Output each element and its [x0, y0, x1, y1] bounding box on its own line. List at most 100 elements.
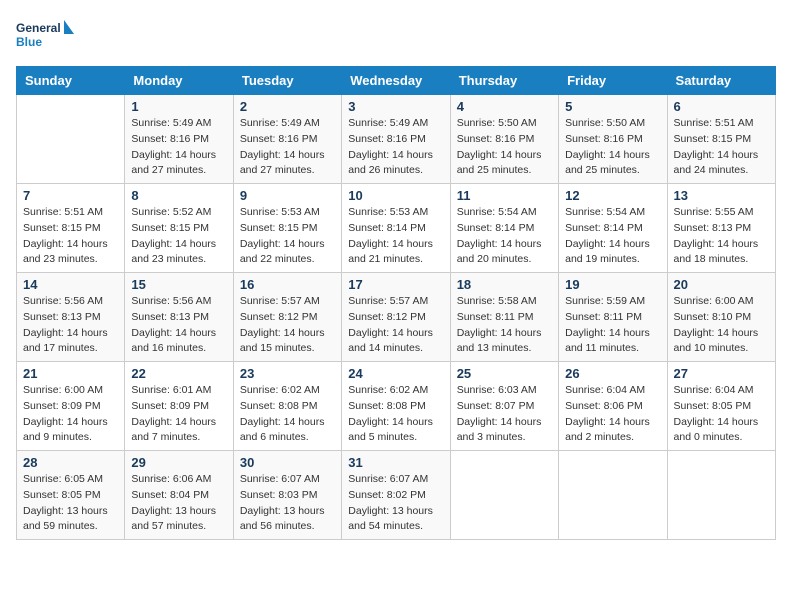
- day-number: 15: [131, 277, 226, 292]
- day-cell: 10 Sunrise: 5:53 AM Sunset: 8:14 PM Dayli…: [342, 184, 450, 273]
- day-cell: 25 Sunrise: 6:03 AM Sunset: 8:07 PM Dayli…: [450, 362, 558, 451]
- day-number: 4: [457, 99, 552, 114]
- day-info: Sunrise: 5:50 AM Sunset: 8:16 PM Dayligh…: [565, 116, 660, 179]
- day-info: Sunrise: 6:02 AM Sunset: 8:08 PM Dayligh…: [240, 383, 335, 446]
- day-info: Sunrise: 5:54 AM Sunset: 8:14 PM Dayligh…: [457, 205, 552, 268]
- day-cell: 14 Sunrise: 5:56 AM Sunset: 8:13 PM Dayli…: [17, 273, 125, 362]
- calendar-table: SundayMondayTuesdayWednesdayThursdayFrid…: [16, 66, 776, 540]
- day-cell: 16 Sunrise: 5:57 AM Sunset: 8:12 PM Dayli…: [233, 273, 341, 362]
- page-header: General Blue: [16, 16, 776, 56]
- day-cell: 24 Sunrise: 6:02 AM Sunset: 8:08 PM Dayli…: [342, 362, 450, 451]
- day-cell: 11 Sunrise: 5:54 AM Sunset: 8:14 PM Dayli…: [450, 184, 558, 273]
- day-number: 18: [457, 277, 552, 292]
- col-header-tuesday: Tuesday: [233, 67, 341, 95]
- day-number: 20: [674, 277, 769, 292]
- day-info: Sunrise: 5:53 AM Sunset: 8:14 PM Dayligh…: [348, 205, 443, 268]
- col-header-monday: Monday: [125, 67, 233, 95]
- day-info: Sunrise: 5:59 AM Sunset: 8:11 PM Dayligh…: [565, 294, 660, 357]
- day-cell: 17 Sunrise: 5:57 AM Sunset: 8:12 PM Dayli…: [342, 273, 450, 362]
- day-cell: 21 Sunrise: 6:00 AM Sunset: 8:09 PM Dayli…: [17, 362, 125, 451]
- day-cell: 27Sunrise: 6:04 AM Sunset: 8:05 PM Dayli…: [667, 362, 775, 451]
- day-number: 13: [674, 188, 769, 203]
- col-header-saturday: Saturday: [667, 67, 775, 95]
- day-number: 22: [131, 366, 226, 381]
- col-header-sunday: Sunday: [17, 67, 125, 95]
- day-number: 31: [348, 455, 443, 470]
- day-cell: 29 Sunrise: 6:06 AM Sunset: 8:04 PM Dayli…: [125, 451, 233, 540]
- day-cell: 8Sunrise: 5:52 AM Sunset: 8:15 PM Daylig…: [125, 184, 233, 273]
- day-info: Sunrise: 5:57 AM Sunset: 8:12 PM Dayligh…: [240, 294, 335, 357]
- week-row-2: 7 Sunrise: 5:51 AM Sunset: 8:15 PM Daylig…: [17, 184, 776, 273]
- day-info: Sunrise: 6:04 AM Sunset: 8:06 PM Dayligh…: [565, 383, 660, 446]
- day-cell: 15 Sunrise: 5:56 AM Sunset: 8:13 PM Dayli…: [125, 273, 233, 362]
- day-number: 21: [23, 366, 118, 381]
- day-info: Sunrise: 5:56 AM Sunset: 8:13 PM Dayligh…: [131, 294, 226, 357]
- day-number: 19: [565, 277, 660, 292]
- day-info: Sunrise: 6:02 AM Sunset: 8:08 PM Dayligh…: [348, 383, 443, 446]
- day-cell: 20 Sunrise: 6:00 AM Sunset: 8:10 PM Dayli…: [667, 273, 775, 362]
- day-info: Sunrise: 5:57 AM Sunset: 8:12 PM Dayligh…: [348, 294, 443, 357]
- svg-text:General: General: [16, 21, 61, 35]
- day-cell: 6 Sunrise: 5:51 AM Sunset: 8:15 PM Daylig…: [667, 95, 775, 184]
- day-cell: 22Sunrise: 6:01 AM Sunset: 8:09 PM Dayli…: [125, 362, 233, 451]
- day-cell: 18 Sunrise: 5:58 AM Sunset: 8:11 PM Dayli…: [450, 273, 558, 362]
- day-number: 17: [348, 277, 443, 292]
- day-info: Sunrise: 5:49 AM Sunset: 8:16 PM Dayligh…: [348, 116, 443, 179]
- day-info: Sunrise: 6:07 AM Sunset: 8:02 PM Dayligh…: [348, 472, 443, 535]
- day-number: 7: [23, 188, 118, 203]
- day-number: 9: [240, 188, 335, 203]
- day-info: Sunrise: 5:54 AM Sunset: 8:14 PM Dayligh…: [565, 205, 660, 268]
- day-cell: 26 Sunrise: 6:04 AM Sunset: 8:06 PM Dayli…: [559, 362, 667, 451]
- col-header-wednesday: Wednesday: [342, 67, 450, 95]
- day-cell: 3 Sunrise: 5:49 AM Sunset: 8:16 PM Daylig…: [342, 95, 450, 184]
- day-info: Sunrise: 5:58 AM Sunset: 8:11 PM Dayligh…: [457, 294, 552, 357]
- day-number: 11: [457, 188, 552, 203]
- day-cell: 7 Sunrise: 5:51 AM Sunset: 8:15 PM Daylig…: [17, 184, 125, 273]
- day-cell: [17, 95, 125, 184]
- day-cell: 28 Sunrise: 6:05 AM Sunset: 8:05 PM Dayli…: [17, 451, 125, 540]
- day-info: Sunrise: 6:00 AM Sunset: 8:10 PM Dayligh…: [674, 294, 769, 357]
- day-info: Sunrise: 5:52 AM Sunset: 8:15 PM Dayligh…: [131, 205, 226, 268]
- week-row-1: 1 Sunrise: 5:49 AM Sunset: 8:16 PM Daylig…: [17, 95, 776, 184]
- day-info: Sunrise: 6:06 AM Sunset: 8:04 PM Dayligh…: [131, 472, 226, 535]
- day-number: 12: [565, 188, 660, 203]
- day-cell: 13 Sunrise: 5:55 AM Sunset: 8:13 PM Dayli…: [667, 184, 775, 273]
- day-info: Sunrise: 6:00 AM Sunset: 8:09 PM Dayligh…: [23, 383, 118, 446]
- day-info: Sunrise: 6:03 AM Sunset: 8:07 PM Dayligh…: [457, 383, 552, 446]
- day-number: 3: [348, 99, 443, 114]
- day-cell: 4Sunrise: 5:50 AM Sunset: 8:16 PM Daylig…: [450, 95, 558, 184]
- day-number: 10: [348, 188, 443, 203]
- day-cell: 19 Sunrise: 5:59 AM Sunset: 8:11 PM Dayli…: [559, 273, 667, 362]
- day-number: 24: [348, 366, 443, 381]
- day-number: 23: [240, 366, 335, 381]
- day-info: Sunrise: 5:55 AM Sunset: 8:13 PM Dayligh…: [674, 205, 769, 268]
- day-number: 2: [240, 99, 335, 114]
- day-cell: 5 Sunrise: 5:50 AM Sunset: 8:16 PM Daylig…: [559, 95, 667, 184]
- day-info: Sunrise: 5:51 AM Sunset: 8:15 PM Dayligh…: [674, 116, 769, 179]
- day-info: Sunrise: 5:49 AM Sunset: 8:16 PM Dayligh…: [240, 116, 335, 179]
- day-info: Sunrise: 5:53 AM Sunset: 8:15 PM Dayligh…: [240, 205, 335, 268]
- day-number: 25: [457, 366, 552, 381]
- day-info: Sunrise: 5:51 AM Sunset: 8:15 PM Dayligh…: [23, 205, 118, 268]
- day-info: Sunrise: 5:56 AM Sunset: 8:13 PM Dayligh…: [23, 294, 118, 357]
- day-number: 1: [131, 99, 226, 114]
- logo: General Blue: [16, 16, 76, 56]
- day-cell: 9 Sunrise: 5:53 AM Sunset: 8:15 PM Daylig…: [233, 184, 341, 273]
- day-cell: 23 Sunrise: 6:02 AM Sunset: 8:08 PM Dayli…: [233, 362, 341, 451]
- day-number: 14: [23, 277, 118, 292]
- svg-text:Blue: Blue: [16, 35, 42, 49]
- day-number: 5: [565, 99, 660, 114]
- day-number: 6: [674, 99, 769, 114]
- day-number: 26: [565, 366, 660, 381]
- day-cell: [667, 451, 775, 540]
- logo-svg: General Blue: [16, 16, 76, 56]
- day-cell: [559, 451, 667, 540]
- day-info: Sunrise: 6:05 AM Sunset: 8:05 PM Dayligh…: [23, 472, 118, 535]
- day-number: 29: [131, 455, 226, 470]
- day-cell: 31 Sunrise: 6:07 AM Sunset: 8:02 PM Dayli…: [342, 451, 450, 540]
- day-number: 27: [674, 366, 769, 381]
- day-cell: 12 Sunrise: 5:54 AM Sunset: 8:14 PM Dayli…: [559, 184, 667, 273]
- day-number: 16: [240, 277, 335, 292]
- week-row-4: 21 Sunrise: 6:00 AM Sunset: 8:09 PM Dayli…: [17, 362, 776, 451]
- day-number: 28: [23, 455, 118, 470]
